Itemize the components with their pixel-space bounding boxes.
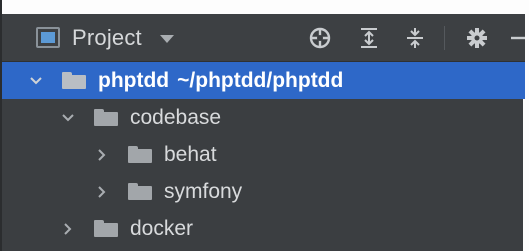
folder-icon xyxy=(94,220,118,237)
gear-icon[interactable] xyxy=(464,24,490,52)
expand-all-icon[interactable] xyxy=(356,24,382,52)
folder-icon xyxy=(94,109,118,126)
chevron-right-icon[interactable] xyxy=(94,184,110,200)
locate-icon[interactable] xyxy=(306,24,334,52)
minimize-icon[interactable] xyxy=(507,24,525,52)
chevron-right-icon[interactable] xyxy=(60,221,76,237)
tree-item-label: phptdd xyxy=(98,68,170,92)
folder-icon xyxy=(128,146,152,163)
collapse-all-icon[interactable] xyxy=(402,24,428,52)
toolbar-separator xyxy=(444,26,445,50)
tree-item-path: ~/phptdd/phptdd xyxy=(177,68,344,92)
tree-item-docker[interactable]: docker xyxy=(2,210,525,247)
tree-item-behat[interactable]: behat xyxy=(2,136,525,173)
chevron-down-icon[interactable] xyxy=(60,110,76,126)
chevron-down-icon[interactable] xyxy=(28,73,44,89)
project-tool-window: Project phptdd ~/phptdd/phptdd codebase … xyxy=(0,0,529,251)
chevron-down-icon[interactable] xyxy=(159,35,174,43)
folder-icon xyxy=(128,183,152,200)
tree-item-label: docker xyxy=(130,216,194,240)
tree-item-label: symfony xyxy=(164,179,243,203)
project-toolbar: Project xyxy=(2,14,525,62)
project-view-title: Project xyxy=(72,24,142,50)
tree-item-codebase[interactable]: codebase xyxy=(2,99,525,136)
chevron-right-icon[interactable] xyxy=(94,147,110,163)
project-window-icon xyxy=(36,27,60,48)
top-margin xyxy=(2,0,529,14)
tree-item-label: codebase xyxy=(130,105,222,129)
tree-item-symfony[interactable]: symfony xyxy=(2,173,525,210)
folder-icon xyxy=(62,72,86,89)
project-view-selector[interactable]: Project xyxy=(36,18,174,58)
project-tree: phptdd ~/phptdd/phptdd codebase behat sy… xyxy=(2,62,525,247)
tree-item-phptdd[interactable]: phptdd ~/phptdd/phptdd xyxy=(2,62,525,99)
tree-item-label: behat xyxy=(164,142,217,166)
